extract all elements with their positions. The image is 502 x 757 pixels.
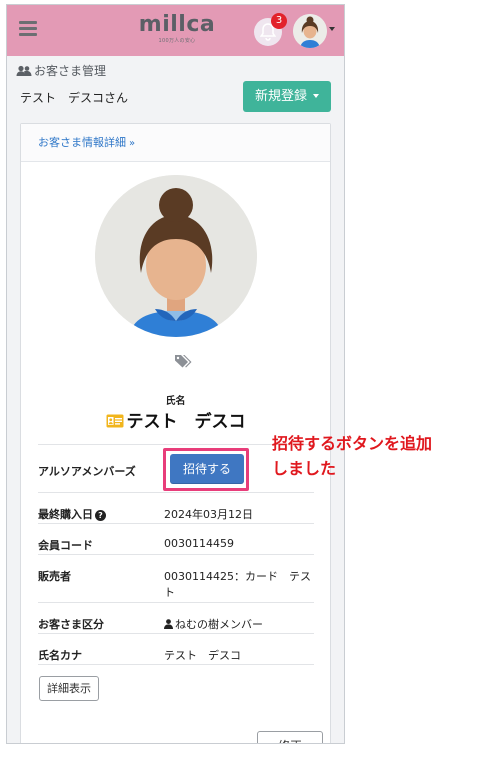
table-divider-cell [164,664,314,696]
table-row: 最終購入日? 2024年03月12日 [38,492,314,524]
new-registration-label: 新規登録 [254,89,307,104]
row-label-seller: 販売者 [38,554,164,603]
phone-screen: millca 100万人の安心 3 お客さま管理 テスト デスコさん 新規登録 … [6,4,345,744]
table-row: 販売者 0030114425：カード テスト [38,554,314,603]
table-row: 氏名カナ テスト デスコ [38,633,314,665]
notification-count-badge: 3 [271,13,287,29]
app-header: millca 100万人の安心 3 [7,5,344,56]
logo-subtitle: 100万人の安心 [158,38,196,44]
section-title-text: お客さま管理 [34,64,107,78]
customer-full-name: テスト デスコ [21,407,330,432]
card-tab-label: お客さま情報詳細 [38,136,126,149]
logo-text: millca [138,12,216,37]
app-logo[interactable]: millca 100万人の安心 [135,13,219,49]
annotation-line-2: しました [272,459,337,478]
last-purchase-label: 最終購入日 [38,508,93,521]
row-value-customer-type: ねむの樹メンバー [164,602,314,634]
row-value-seller: 0030114425：カード テスト [164,554,314,603]
dropdown-caret-icon [313,94,319,98]
card-tab-header[interactable]: お客さま情報詳細» [21,124,330,162]
table-row: お客さま区分 ねむの樹メンバー [38,602,314,634]
annotation-note: 招待するボタンを追加 しました [272,431,497,481]
customer-name-line: テスト デスコさん [20,91,129,105]
customer-avatar [95,175,257,337]
customer-type-text: ねむの樹メンバー [175,618,263,631]
user-menu-caret-icon[interactable] [329,27,335,31]
row-label-customer-type: お客さま区分 [38,602,164,634]
row-label-name-kana: 氏名カナ [38,633,164,665]
row-label-member-code: 会員コード [38,523,164,555]
customer-info-table: アルソアメンバーズ 招待する 最終購入日? 2024年03月12日 会員コード … [38,444,314,696]
row-label-members: アルソアメンバーズ [38,444,164,493]
annotation-line-1: 招待するボタンを追加 [272,434,433,453]
id-card-icon [106,414,123,428]
row-value-name-kana: テスト デスコ [164,633,314,665]
section-title: お客さま管理 [16,62,106,80]
person-icon [164,619,173,629]
new-registration-button[interactable]: 新規登録 [243,81,331,112]
question-circle-icon[interactable]: ? [95,510,106,521]
invite-button[interactable]: 招待する [170,454,244,484]
double-chevron-down-icon: » [129,138,136,149]
row-value-last-purchase: 2024年03月12日 [164,492,314,524]
user-avatar[interactable] [293,14,327,48]
table-row: 会員コード 0030114459 [38,523,314,555]
row-label-last-purchase: 最終購入日? [38,492,164,524]
tags-icon[interactable] [174,354,192,368]
hamburger-menu-icon[interactable] [19,21,37,37]
name-label: 氏名 [165,396,186,407]
show-details-button[interactable]: 詳細表示 [39,676,99,701]
row-value-member-code: 0030114459 [164,523,314,555]
customer-full-name-text: テスト デスコ [126,412,246,432]
users-icon [16,65,32,76]
edit-button[interactable]: 修正 [257,731,323,743]
